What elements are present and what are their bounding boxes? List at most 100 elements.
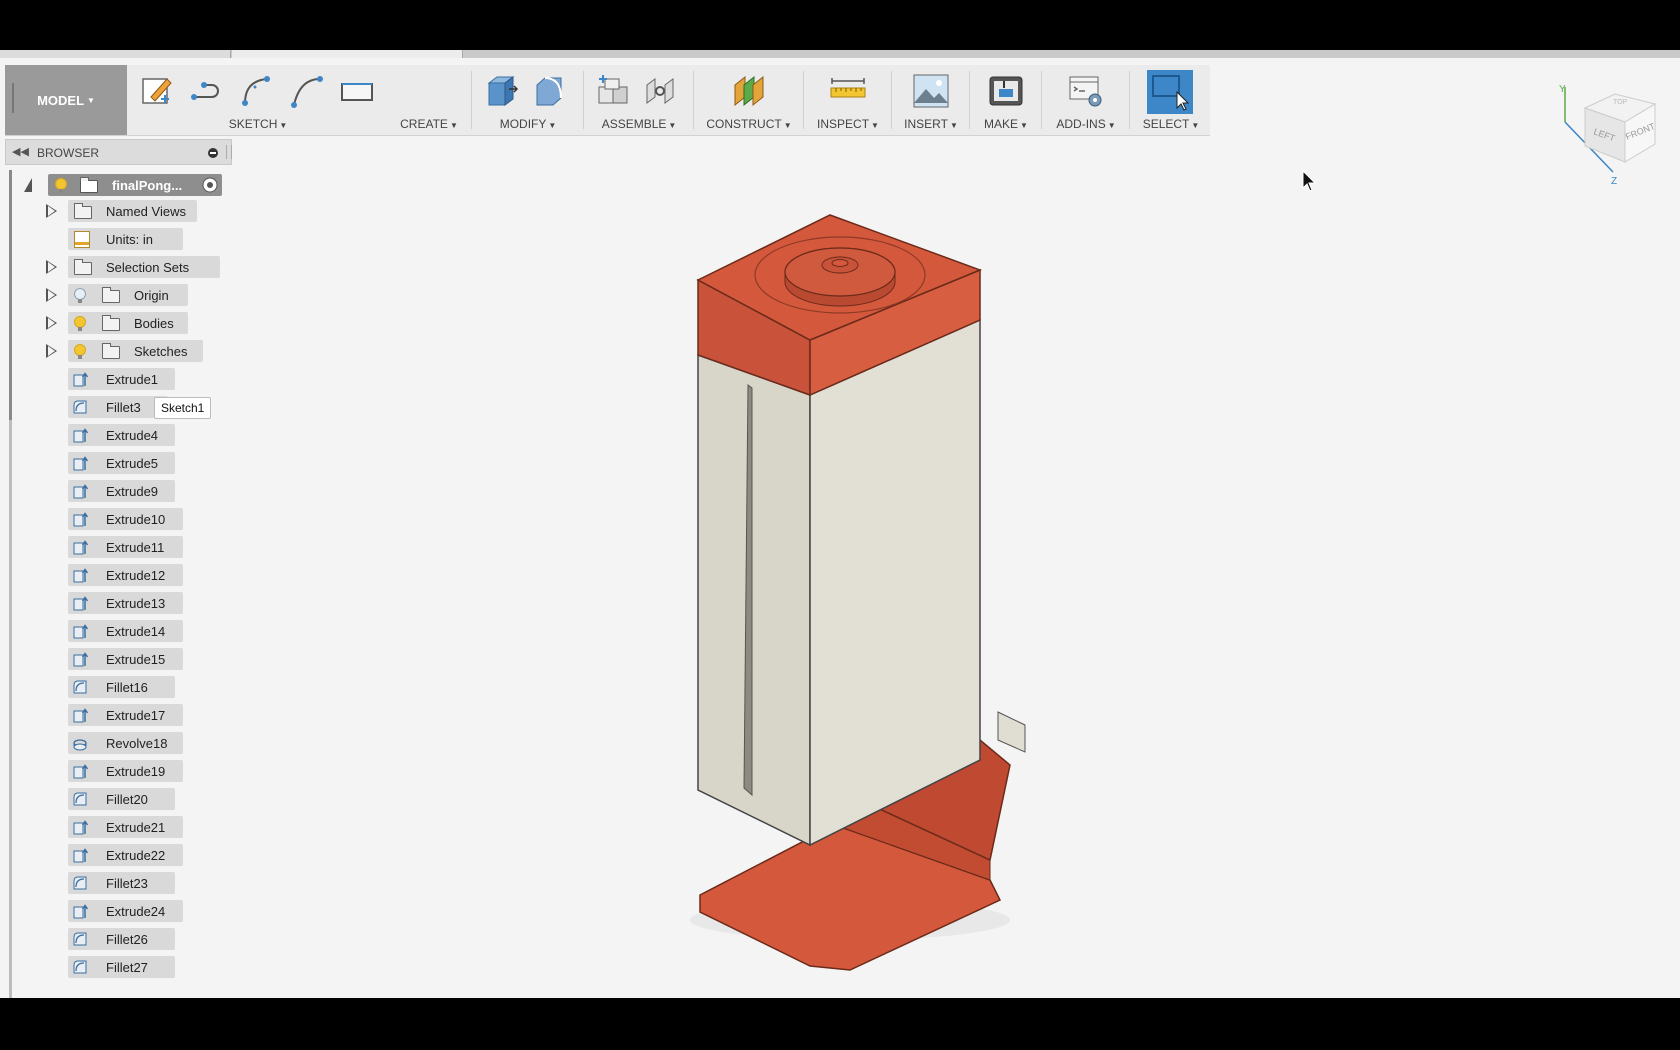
joint-icon[interactable] (643, 73, 679, 109)
timeline-feature-row[interactable]: Fillet20 (68, 788, 198, 810)
expand-triangle-icon[interactable] (46, 344, 57, 358)
select-icon[interactable] (1147, 70, 1193, 114)
body-front-face[interactable] (809, 318, 981, 847)
document-tab-2[interactable] (232, 50, 463, 58)
timeline-feature-row[interactable]: Extrude19 (68, 760, 198, 782)
viewcube[interactable]: Y Z TOP LEFT FRONT (1555, 80, 1675, 200)
timeline-feature-pill[interactable]: Fillet20 (68, 788, 175, 810)
browser-folder-row[interactable]: Bodies (44, 312, 234, 334)
timeline-feature-row[interactable]: Revolve18 (68, 732, 198, 754)
workspace-switcher-button[interactable]: MODEL ▼ (5, 65, 127, 135)
timeline-feature-pill[interactable]: Extrude21 (68, 816, 183, 838)
toolbar-group-construct[interactable]: CONSTRUCT ▼ (697, 65, 801, 135)
document-tab-1[interactable] (0, 50, 231, 58)
browser-folder-pill[interactable]: Named Views (68, 200, 197, 222)
timeline-feature-pill[interactable]: Extrude4 (68, 424, 175, 446)
visibility-bulb-icon[interactable] (74, 316, 86, 331)
timeline-feature-pill[interactable]: Fillet16 (68, 676, 175, 698)
browser-folder-row[interactable]: Units: in (44, 228, 234, 250)
timeline-feature-row[interactable]: Extrude4 (68, 424, 198, 446)
toolbar-group-select[interactable]: SELECT ▼ (1133, 65, 1209, 135)
timeline-feature-pill[interactable]: Fillet27 (68, 956, 175, 978)
press-pull-icon[interactable] (483, 73, 519, 109)
root-component-pill[interactable]: finalPong... (48, 174, 222, 196)
toolbar-group-assemble[interactable]: ASSEMBLE ▼ (587, 65, 691, 135)
timeline-feature-pill[interactable]: Fillet23 (68, 872, 175, 894)
timeline-feature-pill[interactable]: Extrude14 (68, 620, 183, 642)
toolbar-group-modify[interactable]: MODIFY ▼ (475, 65, 581, 135)
timeline-feature-row[interactable]: Extrude5 (68, 452, 198, 474)
3d-print-icon[interactable] (988, 73, 1024, 109)
fillet-icon[interactable] (531, 73, 567, 109)
activate-radio-icon[interactable] (202, 177, 218, 193)
timeline-feature-pill[interactable]: Extrude13 (68, 592, 183, 614)
browser-folder-row[interactable]: Origin (44, 284, 234, 306)
timeline-feature-pill[interactable]: Extrude22 (68, 844, 183, 866)
timeline-feature-pill[interactable]: Extrude5 (68, 452, 175, 474)
panel-resize-handle[interactable] (226, 145, 232, 159)
expand-triangle-icon[interactable] (46, 260, 57, 274)
tree-root-row[interactable]: finalPong... (24, 174, 229, 196)
body-left-face[interactable] (697, 353, 811, 847)
timeline-feature-row[interactable]: Extrude13 (68, 592, 198, 614)
visibility-bulb-icon[interactable] (74, 288, 86, 303)
insert-image-icon[interactable] (913, 73, 949, 109)
browser-panel-header[interactable]: ◀◀ BROWSER (5, 139, 232, 165)
timeline-feature-row[interactable]: Extrude17 (68, 704, 198, 726)
browser-folder-pill[interactable]: Bodies (68, 312, 188, 334)
timeline-feature-row[interactable]: Extrude21 (68, 816, 198, 838)
timeline-feature-row[interactable]: Fillet26 (68, 928, 198, 950)
visibility-bulb-icon[interactable] (55, 178, 67, 193)
toolbar-group-add-ins[interactable]: ADD-INS ▼ (1045, 65, 1127, 135)
timeline-feature-pill[interactable]: Extrude24 (68, 900, 183, 922)
timeline-feature-row[interactable]: Extrude11 (68, 536, 198, 558)
browser-folder-row[interactable]: Named Views (44, 200, 234, 222)
timeline-feature-pill[interactable]: Extrude17 (68, 704, 183, 726)
timeline-feature-row[interactable]: Extrude15 (68, 648, 198, 670)
timeline-feature-pill[interactable]: Extrude15 (68, 648, 183, 670)
timeline-feature-pill[interactable]: Extrude1 (68, 368, 175, 390)
timeline-feature-row[interactable]: Fillet27 (68, 956, 198, 978)
browser-scrollbar-thumb[interactable] (9, 170, 12, 420)
spline-icon[interactable] (289, 73, 325, 109)
timeline-feature-pill[interactable]: Extrude10 (68, 508, 183, 530)
new-component-icon[interactable] (595, 73, 631, 109)
browser-scrollbar[interactable] (9, 170, 12, 998)
visibility-bulb-icon[interactable] (74, 344, 86, 359)
browser-folder-pill[interactable]: Selection Sets (68, 256, 220, 278)
timeline-feature-pill[interactable]: Fillet3 (68, 396, 168, 418)
offset-plane-icon[interactable] (731, 73, 767, 109)
toolbar-group-inspect[interactable]: INSPECT ▼ (807, 65, 889, 135)
collapse-panel-icon[interactable]: ◀◀ (12, 145, 29, 158)
expand-triangle-icon[interactable] (46, 288, 57, 302)
timeline-feature-pill[interactable]: Extrude9 (68, 480, 175, 502)
arc-icon[interactable] (239, 73, 275, 109)
timeline-feature-row[interactable]: Extrude1 (68, 368, 198, 390)
timeline-feature-row[interactable]: Extrude14 (68, 620, 198, 642)
timeline-feature-row[interactable]: Fillet23 (68, 872, 198, 894)
expand-triangle-icon[interactable] (24, 178, 32, 192)
browser-folder-pill[interactable]: Origin (68, 284, 188, 306)
browser-folder-pill[interactable]: Sketches (68, 340, 203, 362)
toolbar-group-insert[interactable]: INSERT ▼ (895, 65, 967, 135)
measure-icon[interactable] (830, 73, 866, 109)
timeline-feature-pill[interactable]: Revolve18 (68, 732, 183, 754)
timeline-feature-row[interactable]: Extrude10 (68, 508, 198, 530)
timeline-feature-pill[interactable]: Extrude12 (68, 564, 183, 586)
3d-model-viewport[interactable] (680, 160, 1040, 980)
timeline-feature-row[interactable]: Extrude24 (68, 900, 198, 922)
rectangle-icon[interactable] (339, 73, 375, 109)
timeline-feature-pill[interactable]: Extrude11 (68, 536, 183, 558)
scripts-addins-icon[interactable] (1068, 73, 1104, 109)
expand-triangle-icon[interactable] (46, 316, 57, 330)
timeline-feature-row[interactable]: Fillet16 (68, 676, 198, 698)
expand-triangle-icon[interactable] (46, 204, 57, 218)
browser-folder-row[interactable]: Sketches (44, 340, 234, 362)
browser-folder-pill[interactable]: Units: in (68, 228, 183, 250)
line-icon[interactable] (189, 73, 225, 109)
toolbar-group-sketch[interactable]: SKETCH ▼ (131, 65, 385, 135)
timeline-feature-row[interactable]: Extrude22 (68, 844, 198, 866)
create-sketch-icon[interactable] (139, 73, 175, 109)
toolbar-group-create[interactable]: CREATE ▼ (389, 65, 469, 135)
timeline-feature-pill[interactable]: Extrude19 (68, 760, 183, 782)
